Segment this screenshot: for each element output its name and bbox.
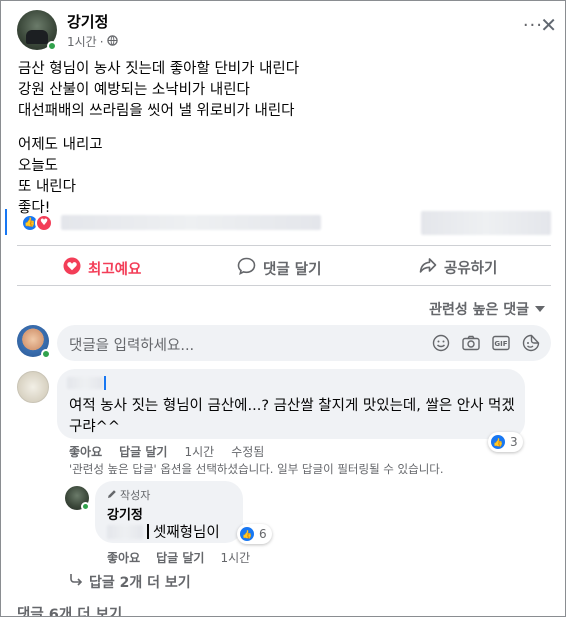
comment-like-link[interactable]: 좋아요 [69,443,102,460]
input-toolbar: GIF [431,333,541,353]
camera-icon[interactable] [461,333,481,353]
online-status-dot [41,349,51,359]
comment-label: 댓글 달기 [263,261,322,278]
reply-arrow-icon [69,574,83,590]
reply-text: 셋째형님이 [153,525,220,541]
blurred-reaction-names [61,215,321,230]
sort-label: 관련성 높은 댓글 [429,302,529,318]
comment-actions: 좋아요 답글 달기 1시간 수정됨 [69,443,264,460]
share-button[interactable]: 공유하기 [419,257,497,278]
post-time[interactable]: 1시간 [67,33,97,50]
author-name[interactable]: 강기정 [67,11,108,32]
post-line: 오늘도 [18,158,59,174]
author-badge: 작성자 [107,487,150,503]
edited-label[interactable]: 수정됨 [231,443,264,460]
pencil-icon [107,489,117,502]
gif-icon[interactable]: GIF [491,333,511,353]
post-line: 대선패배의 쓰라림을 씻어 낼 위로비가 내린다 [18,103,295,119]
view-more-replies-link[interactable]: 답글 2개 더 보기 [69,572,191,592]
divider [17,285,551,286]
online-status-dot [47,41,57,51]
reply-reaction-count[interactable]: 👍 6 [237,524,272,544]
online-status-dot [81,502,90,511]
heart-icon [63,257,81,279]
author-badge-label: 작성자 [120,489,151,502]
commenter-avatar[interactable] [17,371,49,403]
blurred-commenter-name [67,377,103,389]
post-line: 강원 산불이 예방되는 소낙비가 내린다 [18,82,250,98]
love-reaction-button[interactable]: 최고예요 [63,257,141,279]
reply-reaction-number: 6 [259,527,267,541]
post-line: 금산 형님이 농사 짓는데 좋아할 단비가 내린다 [18,61,300,77]
reply-reply-link[interactable]: 답글 달기 [156,549,204,566]
love-label: 최고예요 [88,261,142,278]
reply-actions: 좋아요 답글 달기 1시간 [107,549,250,566]
comment-reaction-count[interactable]: 👍 3 [488,432,523,452]
reaction-icons[interactable]: 👍 ♥ [21,214,53,232]
blurred-comment-count [421,211,551,235]
like-reaction-icon: 👍 [239,526,255,542]
globe-icon [106,34,118,49]
comment-button[interactable]: 댓글 달기 [237,257,321,279]
post-line: 또 내린다 [18,179,76,195]
view-more-comments-link[interactable]: 댓글 6개 더 보기 [17,603,122,616]
like-reaction-icon: 👍 [490,434,506,450]
mention-marker [147,524,149,539]
comment-reply-link[interactable]: 답글 달기 [119,443,167,460]
close-icon[interactable]: ✕ [540,13,557,37]
share-label: 공유하기 [444,261,498,277]
reply-time[interactable]: 1시간 [220,549,250,566]
comment-text: 여적 농사 짓는 형님이 금산에...? 금산쌀 찰지게 맛있는데, 쌀은 안사… [69,398,515,435]
reply-text-row: 셋째형님이 [107,521,220,542]
love-reaction-icon: ♥ [35,214,53,232]
focus-bar [5,209,7,235]
caret-down-icon [535,301,545,317]
comment-sort-dropdown[interactable]: 관련성 높은 댓글 [429,299,545,319]
comment-icon [237,257,256,279]
blurred-mention [107,524,143,539]
divider [17,245,551,246]
post-card: 강기정 1시간 · ··· ✕ 금산 형님이 농사 짓는데 좋아할 단비가 내린… [0,0,566,617]
view-replies-label: 답글 2개 더 보기 [89,575,191,591]
post-line: 어제도 내리고 [18,137,103,153]
name-marker [104,376,106,390]
comment-input-placeholder: 댓글을 입력하세요... [69,338,195,354]
reaction-summary: 👍 ♥ [1,206,565,238]
sticker-icon[interactable] [521,333,541,353]
svg-text:GIF: GIF [494,340,507,348]
comment-input[interactable]: 댓글을 입력하세요... GIF [57,325,551,361]
reply-like-link[interactable]: 좋아요 [107,549,140,566]
post-meta: 1시간 · [67,33,118,50]
filter-notice: '관련성 높은 답글' 옵션을 선택하셨습니다. 일부 답글이 필터링될 수 있… [69,462,444,476]
post-text: 금산 형님이 농사 짓는데 좋아할 단비가 내린다 강원 산불이 예방되는 소낙… [18,59,299,219]
emoji-icon[interactable] [431,333,451,353]
share-icon [419,257,437,278]
comment-time[interactable]: 1시간 [184,443,214,460]
comment-reaction-number: 3 [510,435,518,449]
